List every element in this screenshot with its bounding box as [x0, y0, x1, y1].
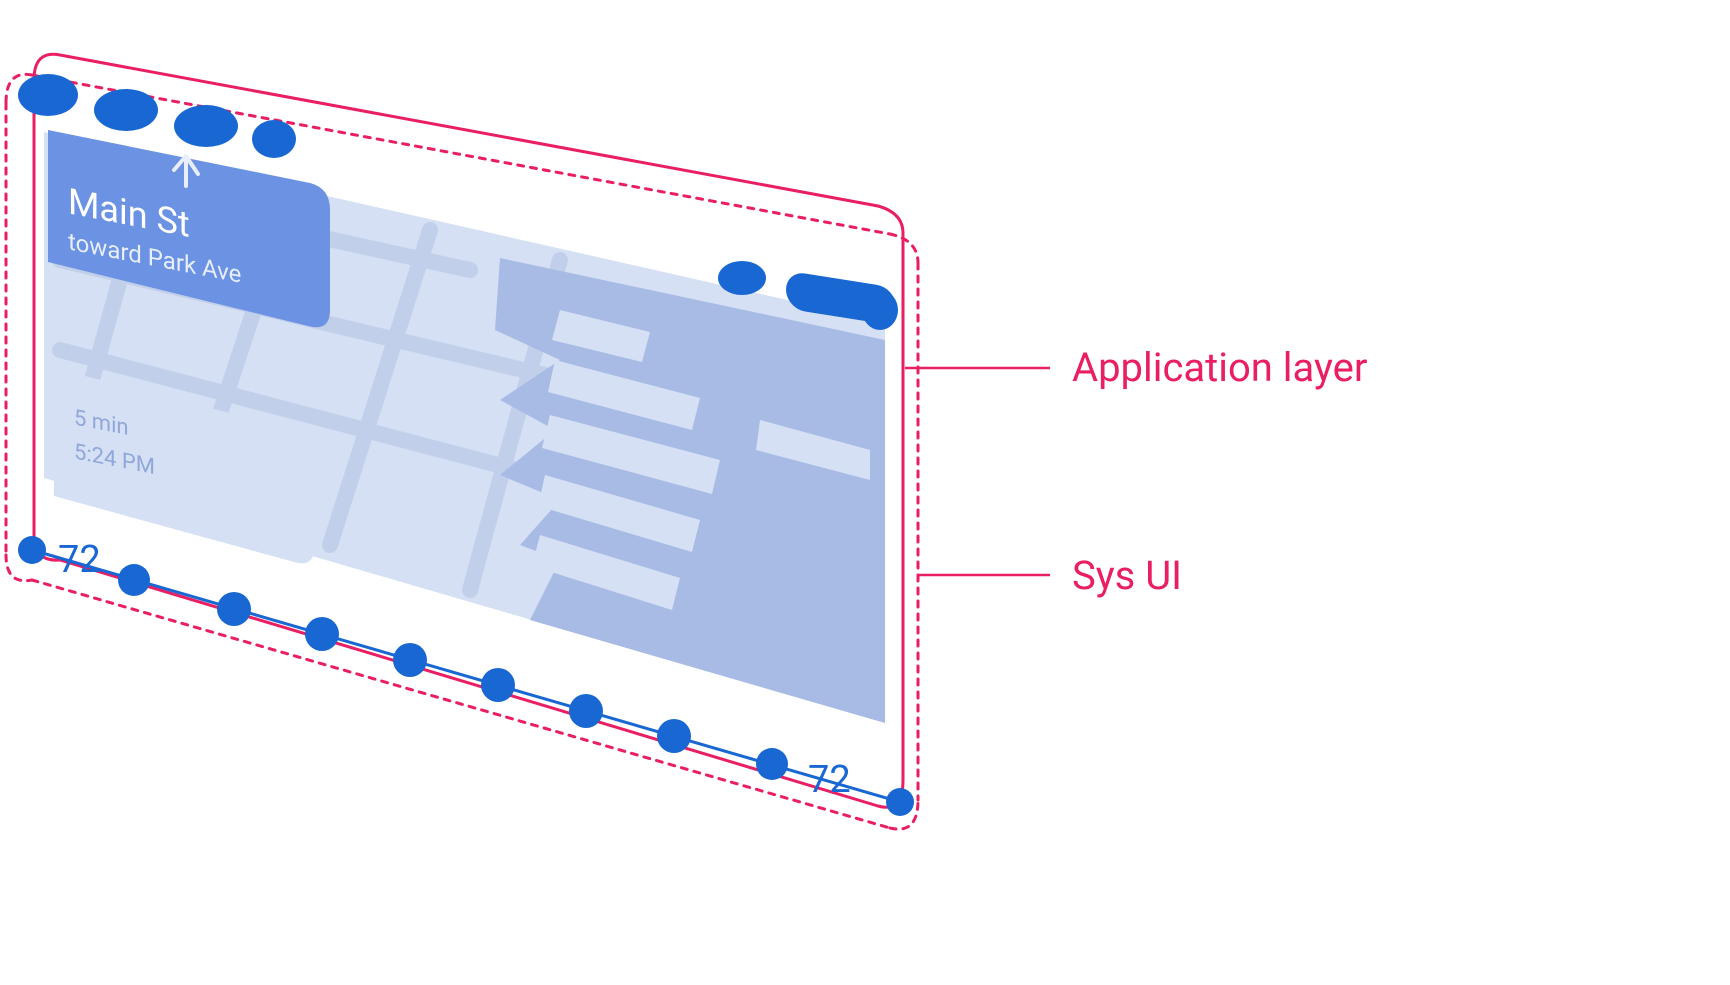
- inset-left-label: 72: [58, 538, 101, 582]
- annotation-leaders: [905, 368, 1050, 575]
- diagram-svg: Main St toward Park Ave 5 min 5:24 PM 72…: [0, 0, 1730, 985]
- diagram-root: Main St toward Park Ave 5 min 5:24 PM 72…: [0, 0, 1730, 985]
- annotation-sys-ui: Sys UI: [1072, 552, 1182, 599]
- inset-right-label: 72: [808, 758, 851, 802]
- annotation-application-layer: Application layer: [1072, 344, 1367, 391]
